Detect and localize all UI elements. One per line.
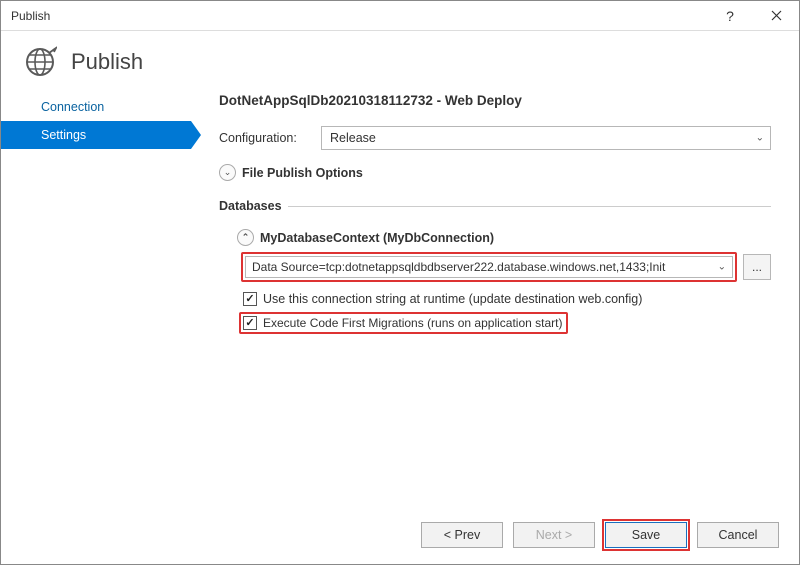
- configuration-dropdown[interactable]: Release ⌄: [321, 126, 771, 150]
- execute-migrations-highlight: Execute Code First Migrations (runs on a…: [239, 312, 568, 334]
- use-connection-label: Use this connection string at runtime (u…: [263, 292, 642, 306]
- database-context-expander[interactable]: ⌃ MyDatabaseContext (MyDbConnection): [237, 229, 771, 246]
- dialog-title: Publish: [71, 49, 143, 75]
- use-connection-checkbox[interactable]: [243, 292, 257, 306]
- main-panel: DotNetAppSqlDb20210318112732 - Web Deplo…: [191, 89, 799, 510]
- publish-profile-title: DotNetAppSqlDb20210318112732 - Web Deplo…: [219, 93, 771, 108]
- databases-label: Databases: [219, 199, 282, 213]
- divider: [288, 206, 771, 207]
- dialog-header: Publish: [1, 31, 799, 89]
- file-publish-options-expander[interactable]: ⌄ File Publish Options: [219, 164, 771, 181]
- help-button[interactable]: ?: [707, 1, 753, 31]
- databases-section-header: Databases: [219, 199, 771, 213]
- configuration-value: Release: [330, 131, 376, 145]
- connection-string-highlight: Data Source=tcp:dotnetappsqldbdbserver22…: [241, 252, 737, 282]
- window-title: Publish: [11, 9, 707, 23]
- use-connection-checkbox-row[interactable]: Use this connection string at runtime (u…: [243, 292, 771, 306]
- close-icon: [771, 10, 782, 21]
- connection-string-dropdown[interactable]: Data Source=tcp:dotnetappsqldbdbserver22…: [245, 256, 733, 278]
- cancel-button[interactable]: Cancel: [697, 522, 779, 548]
- chevron-down-icon: ⌄: [756, 133, 764, 144]
- sidebar-item-connection[interactable]: Connection: [1, 93, 191, 121]
- close-button[interactable]: [753, 1, 799, 31]
- chevron-down-icon: ⌄: [718, 262, 726, 273]
- file-publish-options-label: File Publish Options: [242, 166, 363, 180]
- save-button[interactable]: Save: [605, 522, 687, 548]
- database-context-group: ⌃ MyDatabaseContext (MyDbConnection) Dat…: [237, 229, 771, 334]
- execute-migrations-checkbox[interactable]: [243, 316, 257, 330]
- connection-string-browse-button[interactable]: ...: [743, 254, 771, 280]
- publish-globe-icon: [23, 45, 57, 79]
- execute-migrations-label: Execute Code First Migrations (runs on a…: [263, 316, 562, 330]
- connection-string-value: Data Source=tcp:dotnetappsqldbdbserver22…: [252, 260, 665, 274]
- chevron-down-icon: ⌄: [219, 164, 236, 181]
- chevron-up-icon: ⌃: [237, 229, 254, 246]
- dialog-footer: < Prev Next > Save Cancel: [1, 510, 799, 560]
- configuration-row: Configuration: Release ⌄: [219, 126, 771, 150]
- prev-button[interactable]: < Prev: [421, 522, 503, 548]
- configuration-label: Configuration:: [219, 131, 321, 145]
- sidebar-item-settings[interactable]: Settings: [1, 121, 191, 149]
- database-context-label: MyDatabaseContext (MyDbConnection): [260, 231, 494, 245]
- next-button: Next >: [513, 522, 595, 548]
- titlebar: Publish ?: [1, 1, 799, 31]
- sidebar: Connection Settings: [1, 89, 191, 510]
